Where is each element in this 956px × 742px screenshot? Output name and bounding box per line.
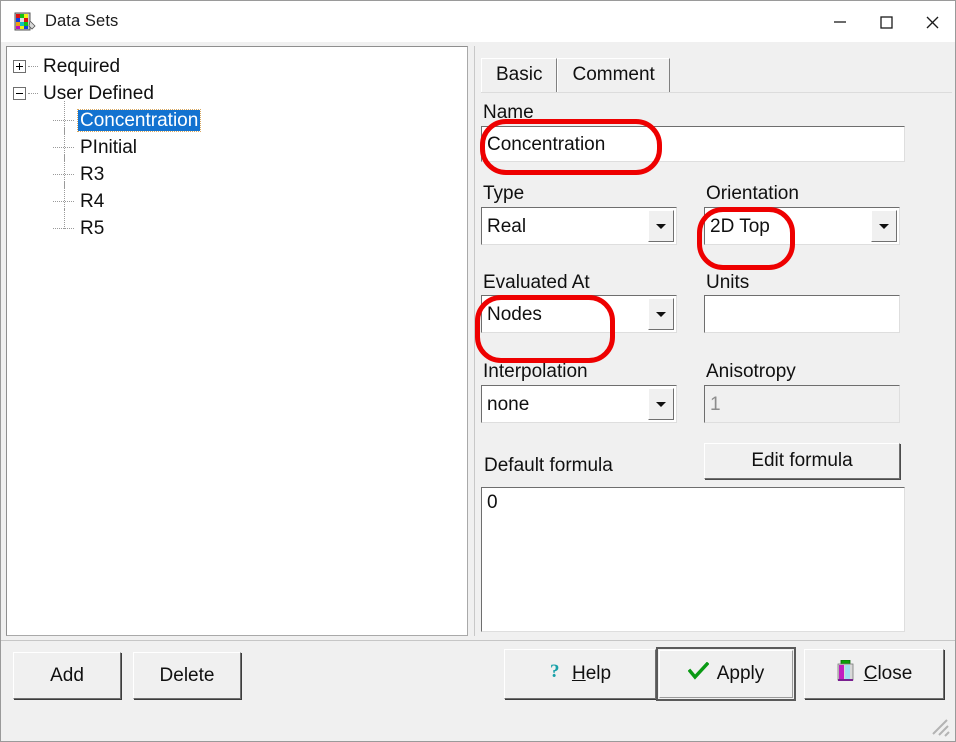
chevron-down-icon[interactable] xyxy=(648,388,674,420)
units-label: Units xyxy=(706,272,750,293)
help-button[interactable]: ? Help xyxy=(504,649,656,699)
chevron-down-icon[interactable] xyxy=(871,210,897,242)
window-controls xyxy=(817,1,955,42)
svg-text:?: ? xyxy=(550,661,560,681)
tree-item-label: User Defined xyxy=(43,83,154,104)
tree-item-label: R5 xyxy=(80,218,105,239)
help-button-label: Help xyxy=(572,663,611,685)
anisotropy-label: Anisotropy xyxy=(706,361,796,382)
default-formula-value: 0 xyxy=(487,492,498,513)
type-dropdown[interactable]: Real xyxy=(481,207,677,245)
delete-button-label: Delete xyxy=(159,664,215,686)
default-formula-label: Default formula xyxy=(484,455,613,476)
evaluated-at-value: Nodes xyxy=(487,303,542,325)
property-tabs: Basic Comment xyxy=(481,58,670,92)
maximize-icon[interactable] xyxy=(863,1,909,42)
tree-item-pinitial[interactable]: PInitial xyxy=(13,128,467,161)
apply-button-label: Apply xyxy=(716,663,765,684)
tree-item-user-defined[interactable]: User Defined xyxy=(13,80,467,107)
tree-item-required[interactable]: Required xyxy=(13,53,467,80)
tree-connector xyxy=(53,147,74,148)
close-accel: C xyxy=(863,663,878,684)
type-value: Real xyxy=(487,215,527,237)
title-bar: Data Sets xyxy=(1,1,955,42)
dataset-properties-panel: Basic Comment Name Concentration Type Re… xyxy=(474,46,952,636)
add-button-label: Add xyxy=(50,664,84,686)
collapse-minus-icon[interactable] xyxy=(13,87,26,100)
minimize-icon[interactable] xyxy=(817,1,863,42)
units-field[interactable] xyxy=(704,295,900,333)
tree-connector xyxy=(28,93,38,94)
orientation-value: 2D Top xyxy=(710,215,770,237)
interpolation-dropdown[interactable]: none xyxy=(481,385,677,423)
data-sets-dialog: Data Sets Required User Defined Concentr… xyxy=(0,0,956,742)
close-button-label: Close xyxy=(864,663,913,685)
apply-button[interactable]: Apply xyxy=(656,647,796,701)
tree-item-label: R4 xyxy=(80,191,105,212)
tree-item-r5[interactable]: R5 xyxy=(13,209,467,242)
tree-item-r4[interactable]: R4 xyxy=(13,182,467,215)
evaluated-at-label: Evaluated At xyxy=(483,272,590,293)
tree-item-label: Required xyxy=(43,56,121,77)
tree-item-r3[interactable]: R3 xyxy=(13,155,467,188)
name-field[interactable]: Concentration xyxy=(481,126,905,162)
tree-item-label: R3 xyxy=(80,164,105,185)
datasets-tree-panel[interactable]: Required User Defined Concentration PIni… xyxy=(6,46,468,636)
check-mark-icon xyxy=(687,661,710,686)
close-button[interactable]: Close xyxy=(804,649,944,699)
exit-door-icon xyxy=(836,659,856,688)
anisotropy-field: 1 xyxy=(704,385,900,423)
tree-item-concentration[interactable]: Concentration xyxy=(13,101,467,134)
evaluated-at-dropdown[interactable]: Nodes xyxy=(481,295,677,333)
edit-formula-label: Edit formula xyxy=(751,450,853,471)
name-value: Concentration xyxy=(487,133,606,155)
tree-item-label: Concentration xyxy=(76,109,202,132)
datasets-palette-icon xyxy=(14,11,36,33)
default-formula-textarea[interactable]: 0 xyxy=(481,487,905,632)
dialog-footer: Add Delete ? Help Apply Close xyxy=(1,640,955,741)
interpolation-value: none xyxy=(487,393,530,415)
orientation-label: Orientation xyxy=(706,183,799,204)
datasets-tree: Required User Defined Concentration PIni… xyxy=(7,47,467,242)
dialog-content: Required User Defined Concentration PIni… xyxy=(1,42,955,640)
anisotropy-value: 1 xyxy=(710,393,721,415)
name-label: Name xyxy=(483,102,534,123)
tree-connector xyxy=(53,174,74,175)
tab-label: Basic xyxy=(496,64,543,85)
tab-basic[interactable]: Basic xyxy=(481,58,558,92)
tree-connector xyxy=(53,228,74,229)
add-button[interactable]: Add xyxy=(13,652,121,699)
expand-plus-icon[interactable] xyxy=(13,60,26,73)
close-rest: lose xyxy=(877,663,913,684)
help-accel: H xyxy=(571,663,586,684)
tab-comment[interactable]: Comment xyxy=(557,58,670,92)
edit-formula-button[interactable]: Edit formula xyxy=(704,443,900,479)
help-rest: elp xyxy=(585,663,612,684)
interpolation-label: Interpolation xyxy=(483,361,588,382)
delete-button[interactable]: Delete xyxy=(133,652,241,699)
chevron-down-icon[interactable] xyxy=(648,298,674,330)
tab-label: Comment xyxy=(572,64,655,85)
tree-connector xyxy=(28,66,38,67)
question-mark-icon: ? xyxy=(549,661,564,687)
tree-connector xyxy=(53,201,74,202)
type-label: Type xyxy=(483,183,525,204)
window-title: Data Sets xyxy=(45,12,119,30)
close-icon[interactable] xyxy=(909,1,955,42)
tab-separator xyxy=(481,92,952,93)
chevron-down-icon[interactable] xyxy=(648,210,674,242)
orientation-dropdown[interactable]: 2D Top xyxy=(704,207,900,245)
tree-connector xyxy=(53,120,74,121)
resize-grip[interactable] xyxy=(929,716,951,738)
tree-item-label: PInitial xyxy=(80,137,138,158)
